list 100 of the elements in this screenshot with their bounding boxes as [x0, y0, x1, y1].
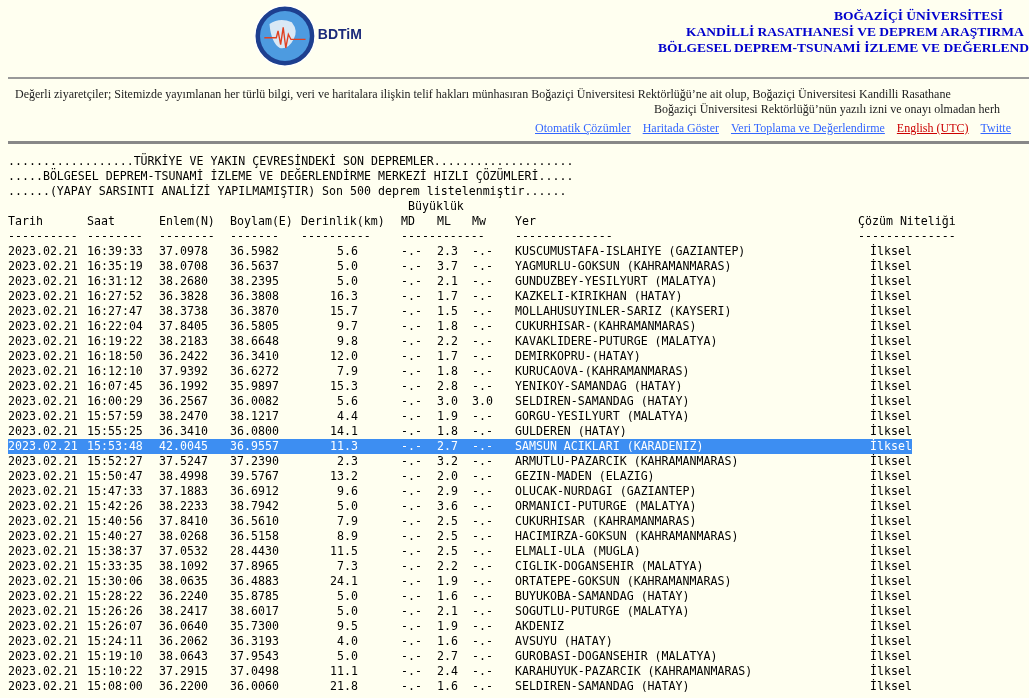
table-cell-text: İlksel [869, 499, 912, 514]
table-cell-text: 38.1217 [230, 409, 280, 424]
table-cell-text: 36.2240 [159, 589, 209, 604]
table-row[interactable]: 2023.02.21 15:40:27 38.0268 36.5158 8.9 -.- 2.5 -.- HACIMIRZA-GOKSUN (KAHRAMANMARAS) İlksel [8, 529, 912, 544]
table-row[interactable]: 2023.02.21 16:35:19 38.0708 36.5637 5.0 -.- 3.7 -.- YAGMURLU-GOKSUN (KAHRAMANMARAS) İlksel [8, 259, 912, 274]
table-row[interactable]: 2023.02.21 16:22:04 37.8405 36.5805 9.7 -.- 1.8 -.- CUKURHISAR-(KAHRAMANMARAS) İlksel [8, 319, 912, 334]
table-cell-text: 2.4 [437, 664, 459, 679]
table-row[interactable]: 2023.02.21 15:28:22 36.2240 35.8785 5.0 -.- 1.6 -.- BUYUKOBA-SAMANDAG (HATAY) İlksel [8, 589, 912, 604]
table-cell-text: -.- [401, 334, 423, 349]
table-cell-text: 16:07:45 [87, 379, 144, 394]
table-row[interactable]: 2023.02.21 15:57:59 38.2470 38.1217 4.4 -.- 1.9 -.- GORGU-YESILYURT (MALATYA) İlksel [8, 409, 912, 424]
table-cell-text: 36.0082 [230, 394, 280, 409]
table-row[interactable]: 2023.02.21 16:18:50 36.2422 36.3410 12.0 -.- 1.7 -.- DEMIRKOPRU-(HATAY) İlksel [8, 349, 912, 364]
table-cell-text: KARAHUYUK-PAZARCIK (KAHRAMANMARAS) [515, 664, 754, 679]
table-row[interactable]: 2023.02.21 15:26:26 38.2417 38.6017 5.0 -.- 2.1 -.- SOGUTLU-PUTURGE (MALATYA) İlksel [8, 604, 912, 619]
table-cell-text: 3.0 [472, 394, 494, 409]
table-row[interactable]: 2023.02.21 15:10:22 37.2915 37.0498 11.1 -.- 2.4 -.- KARAHUYUK-PAZARCIK (KAHRAMANMARAS) İlksel [8, 664, 912, 679]
table-cell-text: -.- [401, 469, 423, 484]
table-cell-text: 36.5982 [230, 244, 280, 259]
table-cell-text: 2.3 [336, 454, 359, 469]
table-cell-text: 2.2 [437, 334, 459, 349]
table-cell-text: İlksel [869, 334, 912, 349]
table-row[interactable]: 2023.02.21 16:07:45 36.1992 35.9897 15.3 -.- 2.8 -.- YENIKOY-SAMANDAG (HATAY) İlksel [8, 379, 912, 394]
table-cell-text: CIGLIK-DOGANSEHIR (MALATYA) [515, 559, 705, 574]
table-cell-text: İlksel [869, 304, 912, 319]
table-cell-text: 37.8965 [230, 559, 280, 574]
table-row[interactable]: 2023.02.21 15:24:11 36.2062 36.3193 4.0 -.- 1.6 -.- AVSUYU (HATAY) İlksel [8, 634, 912, 649]
nav-link[interactable]: Otomatik Çözümler [535, 121, 631, 136]
table-cell-text: YENIKOY-SAMANDAG (HATAY) [515, 379, 684, 394]
table-cell-text: 36.5805 [230, 319, 280, 334]
table-row[interactable]: 2023.02.21 15:33:35 38.1092 37.8965 7.3 -.- 2.2 -.- CIGLIK-DOGANSEHIR (MALATYA) İlksel [8, 559, 912, 574]
table-row[interactable]: 2023.02.21 16:27:47 38.3738 36.3870 15.7 -.- 1.5 -.- MOLLAHUSUYINLER-SARIZ (KAYSERI) İlksel [8, 304, 912, 319]
table-row[interactable]: 2023.02.21 15:38:37 37.0532 28.4430 11.5 -.- 2.5 -.- ELMALI-ULA (MUGLA) İlksel [8, 544, 912, 559]
table-cell-text: 2023.02.21 [8, 454, 79, 469]
table-cell-text: 16.3 [329, 289, 359, 304]
table-cell-text: 36.0640 [159, 619, 209, 634]
table-row[interactable]: 2023.02.21 16:12:10 37.9392 36.6272 7.9 -.- 1.8 -.- KURUCAOVA-(KAHRAMANMARAS) İlksel [8, 364, 912, 379]
site-title: BOĞAZİÇİ ÜNİVERSİTESİ [833, 8, 1005, 24]
table-cell-text: -.- [472, 289, 494, 304]
table-row[interactable]: 2023.02.21 16:27:52 36.3828 36.3808 16.3 -.- 1.7 -.- KAZKELI-KIRIKHAN (HATAY) İlksel [8, 289, 912, 304]
table-cell-text: İlksel [869, 244, 912, 259]
table-cell-text: 15:55:25 [87, 424, 144, 439]
table-cell-text: 3.2 [437, 454, 459, 469]
table-row[interactable]: 2023.02.21 16:31:12 38.2680 38.2395 5.0 -.- 2.1 -.- GUNDUZBEY-YESILYURT (MALATYA) İlksel [8, 274, 912, 289]
table-cell-text: ELMALI-ULA (MUGLA) [515, 544, 642, 559]
nav-link[interactable]: Haritada Göster [642, 121, 719, 136]
nav-link[interactable]: English (UTC) [896, 121, 969, 136]
table-cell-text: 15:24:11 [87, 634, 144, 649]
table-cell-text: İlksel [869, 259, 912, 274]
table-cell-text: -.- [472, 664, 494, 679]
table-cell-text: 1.8 [437, 364, 459, 379]
table-cell-text: -.- [401, 499, 423, 514]
table-row[interactable]: 2023.02.21 15:50:47 38.4998 39.5767 13.2 -.- 2.0 -.- GEZIN-MADEN (ELAZIG) İlksel [8, 469, 912, 484]
table-cell-text: -.- [472, 454, 494, 469]
table-cell-text: -.- [472, 259, 494, 274]
table-cell-text: 5.0 [336, 604, 359, 619]
table-cell-text: -.- [472, 589, 494, 604]
table-row[interactable]: 2023.02.21 15:30:06 38.0635 36.4883 24.1 -.- 1.9 -.- ORTATEPE-GOKSUN (KAHRAMANMARAS) İlksel [8, 574, 912, 589]
table-cell-text: 5.6 [336, 394, 359, 409]
table-cell-text: SAMSUN ACIKLARI (KARADENIZ) [515, 439, 705, 454]
table-row[interactable]: 2023.02.21 16:19:22 38.2183 38.6648 9.8 -.- 2.2 -.- KAVAKLIDERE-PUTURGE (MALATYA) İlksel [8, 334, 912, 349]
table-cell-text: 3.0 [437, 394, 459, 409]
table-row[interactable]: 2023.02.21 15:26:07 36.0640 35.7300 9.5 -.- 1.9 -.- AKDENIZ İlksel [8, 619, 912, 634]
table-cell-text: 4.4 [336, 409, 359, 424]
table-cell-text: 2.2 [437, 559, 459, 574]
table-row[interactable]: 2023.02.21 16:00:29 36.2567 36.0082 5.6 -.- 3.0 3.0 SELDIREN-SAMANDAG (HATAY) İlksel [8, 394, 912, 409]
table-row[interactable]: 2023.02.21 15:40:56 37.8410 36.5610 7.9 -.- 2.5 -.- CUKURHISAR (KAHRAMANMARAS) İlksel [8, 514, 912, 529]
table-cell-text: 2023.02.21 [8, 604, 79, 619]
table-cell-text: -.- [472, 679, 494, 694]
table-cell-text: -.- [472, 244, 494, 259]
table-cell-text: 16:27:47 [87, 304, 144, 319]
table-row[interactable]: 2023.02.21 15:52:27 37.5247 37.2390 2.3 -.- 3.2 -.- ARMUTLU-PAZARCIK (KAHRAMANMARAS) İlksel [8, 454, 912, 469]
nav-link[interactable]: Veri Toplama ve Değerlendirme [730, 121, 885, 136]
table-cell-text: -.- [401, 274, 423, 289]
table-cell-text: -.- [401, 619, 423, 634]
table-cell-text: 1.7 [437, 349, 459, 364]
table-cell-text: İlksel [869, 319, 912, 334]
table-row[interactable]: 2023.02.21 15:55:25 36.3410 36.0800 14.1 -.- 1.8 -.- GULDEREN (HATAY) İlksel [8, 424, 912, 439]
separator-dashes: -------- [159, 229, 216, 244]
table-cell-text: 1.8 [437, 424, 459, 439]
table-cell-text: 2.9 [437, 484, 459, 499]
table-row[interactable]: 2023.02.21 15:08:00 36.2200 36.0060 21.8 -.- 1.6 -.- SELDIREN-SAMANDAG (HATAY) İlksel [8, 679, 912, 694]
table-cell-text: GULDEREN (HATAY) [515, 424, 628, 439]
table-cell-text: DEMIRKOPRU-(HATAY) [515, 349, 642, 364]
table-cell-text: CUKURHISAR-(KAHRAMANMARAS) [515, 319, 698, 334]
list-title: ..................TÜRKİYE VE YAKIN ÇEVRESİNDEKİ SON DEPREMLER.................... [8, 154, 574, 169]
table-row[interactable]: 2023.02.21 16:39:33 37.0978 36.5982 5.6 -.- 2.3 -.- KUSCUMUSTAFA-ISLAHIYE (GAZIANTEP) İlksel [8, 244, 912, 259]
table-cell-text: İlksel [869, 349, 912, 364]
table-row[interactable]: 2023.02.21 15:19:10 38.0643 37.9543 5.0 -.- 2.7 -.- GUROBASI-DOGANSEHIR (MALATYA) İlksel [8, 649, 912, 664]
table-cell-text: 2023.02.21 [8, 319, 79, 334]
table-cell-text: İlksel [869, 424, 912, 439]
table-cell-text: İlksel [869, 544, 912, 559]
table-row[interactable]: 2023.02.21 15:42:26 38.2233 38.7942 5.0 -.- 3.6 -.- ORMANICI-PUTURGE (MALATYA) İlksel [8, 499, 912, 514]
table-cell-text: 4.0 [336, 634, 359, 649]
nav-link[interactable]: Twitte [980, 121, 1012, 136]
table-cell-text: 16:31:12 [87, 274, 144, 289]
table-cell-text: İlksel [869, 634, 912, 649]
table-row[interactable]: 2023.02.21 15:47:33 37.1883 36.6912 9.6 -.- 2.9 -.- OLUCAK-NURDAGI (GAZIANTEP) İlksel [8, 484, 912, 499]
table-cell-text: 2023.02.21 [8, 574, 79, 589]
table-cell-text: 2023.02.21 [8, 274, 79, 289]
